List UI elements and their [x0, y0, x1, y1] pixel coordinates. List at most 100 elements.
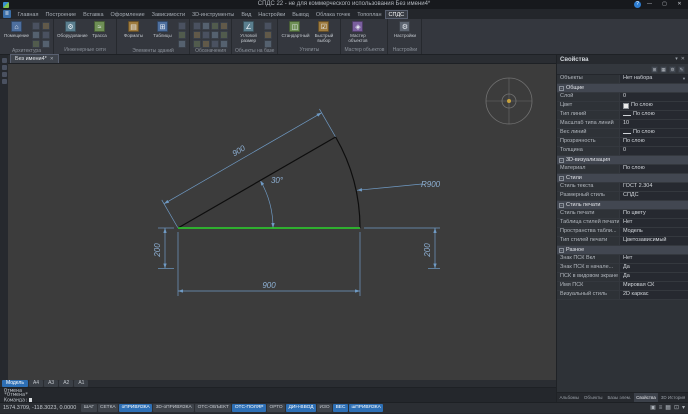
panel-tab-objects[interactable]: Объекты [581, 393, 605, 402]
left-toolbar-icon[interactable] [1, 58, 7, 63]
ribbon-icon[interactable] [211, 22, 219, 30]
ribbon-icon[interactable] [32, 40, 40, 48]
layout-tab-a1[interactable]: А1 [74, 380, 89, 387]
pin-icon[interactable]: ▾ [675, 55, 678, 64]
lineweight-toggle[interactable]: ВЕС [333, 404, 348, 412]
angle-dimension-button[interactable]: ∠ Угловой размер [235, 21, 262, 43]
property-value[interactable]: Нет [619, 219, 688, 227]
dim-bottom[interactable]: 900 [262, 281, 276, 290]
ribbon-group-label[interactable]: Мастер объектов [341, 47, 387, 54]
ribbon-icon[interactable] [42, 40, 50, 48]
property-value[interactable]: Цветозависимый [619, 237, 688, 245]
layout-tab-a2[interactable]: А2 [59, 380, 74, 387]
panel-tab-albums[interactable]: Альбомы [557, 393, 581, 402]
ribbon-group-label[interactable]: Утилиты [278, 47, 340, 54]
ribbon-icon[interactable] [32, 31, 40, 39]
ribbon-tab-nastroyki[interactable]: Настройки [255, 10, 289, 20]
ribbon-tab-vyvod[interactable]: Вывод [289, 10, 313, 20]
panel-tab-element-base[interactable]: Базы элем. [605, 393, 634, 402]
property-value[interactable]: По цвету [619, 210, 688, 218]
property-row[interactable]: Толщина 0 [557, 147, 688, 156]
otrack-object-toggle[interactable]: ОТС-ОБЪЕКТ [195, 404, 232, 412]
property-row[interactable]: Слой 0 [557, 93, 688, 102]
quick-select-icon[interactable]: ▦ [660, 65, 667, 73]
ribbon-tab-vid[interactable]: Вид [238, 10, 255, 20]
tables-button[interactable]: ⊞ Таблицы [149, 21, 176, 38]
panel-tab-properties[interactable]: Свойства [633, 393, 659, 402]
ribbon-icon[interactable] [211, 31, 219, 39]
collapse-icon[interactable] [559, 85, 564, 91]
route-button[interactable]: ≈ Трасса [86, 21, 113, 38]
properties-header[interactable]: Свойства ▾ ✕ [557, 55, 688, 64]
property-row[interactable]: Знак ПСК в начале... Да [557, 264, 688, 273]
drawing-canvas[interactable]: 900 200 200 900 30° R900 [8, 64, 556, 380]
property-row[interactable]: Стиль текста ГОСТ 2.304 [557, 183, 688, 192]
osnap-toggle[interactable]: оПРИВЯЗКА [119, 404, 153, 412]
property-row[interactable]: Знак ПСК Вкл Нет [557, 255, 688, 264]
collapse-icon[interactable] [559, 157, 564, 163]
property-section[interactable]: Разное [557, 246, 688, 255]
left-toolbar-icon[interactable] [1, 72, 7, 77]
iso-toggle[interactable]: ИЗО [317, 404, 333, 412]
dyn-input-toggle[interactable]: ДИН-ВВОД [286, 404, 317, 412]
ribbon-tab-spds[interactable]: СПДС [385, 9, 408, 19]
property-value[interactable]: 10 [619, 120, 688, 128]
collapse-icon[interactable] [559, 247, 564, 253]
ribbon-icon[interactable] [42, 31, 50, 39]
property-value[interactable]: 2D каркас [619, 291, 688, 299]
navigation-wheel[interactable] [485, 77, 533, 125]
property-row[interactable]: Материал По слою [557, 165, 688, 174]
property-section[interactable]: Стиль печати [557, 201, 688, 210]
property-value[interactable]: По слою [619, 102, 688, 110]
quick-select-button[interactable]: ☑ Быстрый выбор [310, 21, 337, 43]
chevron-down-icon[interactable]: ▼ [682, 75, 686, 83]
otrack-polar-toggle[interactable]: ОТС-ПОЛЯР [232, 404, 266, 412]
help-icon[interactable]: ? [634, 1, 641, 8]
property-row[interactable]: Визуальный стиль 2D каркас [557, 291, 688, 300]
arc-edge[interactable] [335, 136, 361, 229]
property-section[interactable]: Стили [557, 174, 688, 183]
dim-left[interactable]: 200 [153, 243, 162, 258]
panel-tab-3d-history[interactable]: 3D История [658, 393, 687, 402]
property-row[interactable]: ПСК в видовом экране Да [557, 273, 688, 282]
wheel-center-dot[interactable] [507, 99, 511, 103]
maximize-button[interactable]: ▢ [658, 0, 671, 9]
property-value[interactable]: По слою [619, 129, 688, 137]
property-value[interactable]: Нет набора ▼ [619, 75, 688, 83]
property-row[interactable]: Тип стилей печати Цветозависимый [557, 237, 688, 246]
ribbon-group-label[interactable]: Обозначения [190, 48, 231, 55]
ribbon-icon[interactable] [193, 40, 201, 48]
ribbon-group-label[interactable]: Элементы зданий [117, 48, 189, 55]
property-row[interactable]: Имя ПСК Мировая СК [557, 282, 688, 291]
property-value[interactable]: ГОСТ 2.304 [619, 183, 688, 191]
ribbon-icon[interactable] [264, 40, 272, 48]
ribbon-tab-zavisimosti[interactable]: Зависимости [148, 10, 188, 20]
layout-tab-model[interactable]: Модель [2, 380, 28, 387]
workspace-icon[interactable]: ≡ [659, 403, 663, 414]
formats-button[interactable]: ▤ Форматы [120, 21, 147, 38]
property-row[interactable]: Стиль печати По цвету [557, 210, 688, 219]
settings-button[interactable]: ⚙ Настройки [391, 21, 418, 38]
ribbon-group-label[interactable]: Объекты на базе [232, 48, 277, 55]
dimension-lines[interactable] [158, 108, 440, 296]
ribbon-tab-oformlenie[interactable]: Оформление [107, 10, 148, 20]
fullscreen-icon[interactable]: ⊡ [674, 403, 679, 414]
step-snap-toggle[interactable]: шПРИВЯЗКА [348, 404, 384, 412]
ribbon-icon[interactable] [202, 22, 210, 30]
property-value[interactable]: Мировая СК [619, 282, 688, 290]
close-button[interactable]: ✕ [673, 0, 686, 9]
collapse-icon[interactable] [559, 175, 564, 181]
snap-toggle[interactable]: ШАГ [81, 404, 97, 412]
annotation-scale-icon[interactable]: ▣ [650, 403, 656, 414]
ribbon-icon[interactable] [264, 22, 272, 30]
standard-button[interactable]: ◫ Стандартный [281, 21, 310, 38]
property-row[interactable]: Объекты Нет набора ▼ [557, 75, 688, 84]
ribbon-icon[interactable] [264, 31, 272, 39]
dim-radius[interactable]: R900 [421, 180, 441, 189]
chevron-down-icon[interactable]: ▾ [682, 403, 685, 414]
ribbon-icon[interactable] [202, 31, 210, 39]
ribbon-tab-oblaka[interactable]: Облака точек [312, 10, 353, 20]
ortho-toggle[interactable]: ОРТО [267, 404, 286, 412]
property-section[interactable]: 3D-визуализация [557, 156, 688, 165]
left-toolbar-icon[interactable] [1, 65, 7, 70]
